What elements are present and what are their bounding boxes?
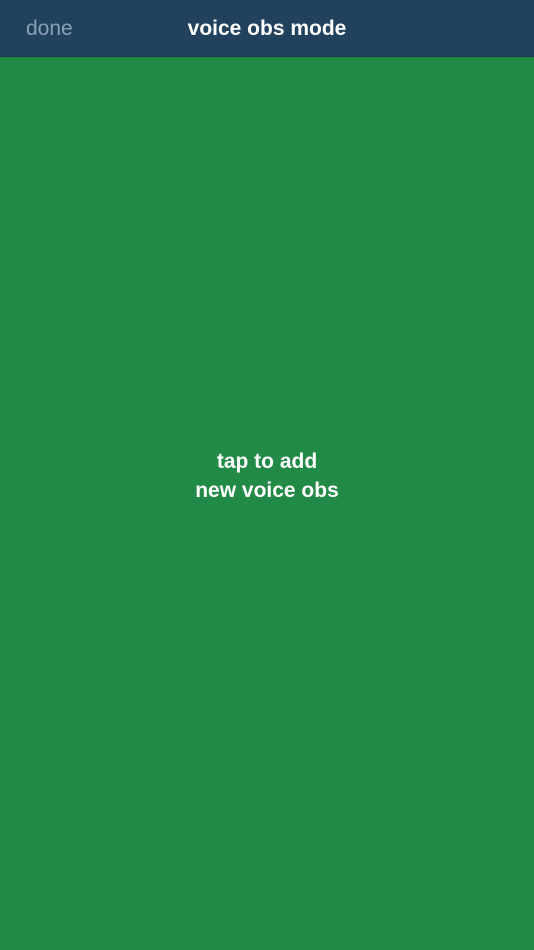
prompt-line-2: new voice obs — [195, 479, 339, 502]
navigation-bar: done voice obs mode — [0, 0, 534, 57]
done-button[interactable]: done — [26, 0, 73, 57]
add-voice-obs-prompt: tap to add new voice obs — [0, 447, 534, 505]
page-title: voice obs mode — [187, 17, 347, 40]
prompt-line-1: tap to add — [216, 450, 318, 473]
voice-obs-screen: done voice obs mode tap to add new voice… — [0, 0, 534, 950]
add-voice-obs-tap-area[interactable]: tap to add new voice obs — [0, 57, 534, 950]
